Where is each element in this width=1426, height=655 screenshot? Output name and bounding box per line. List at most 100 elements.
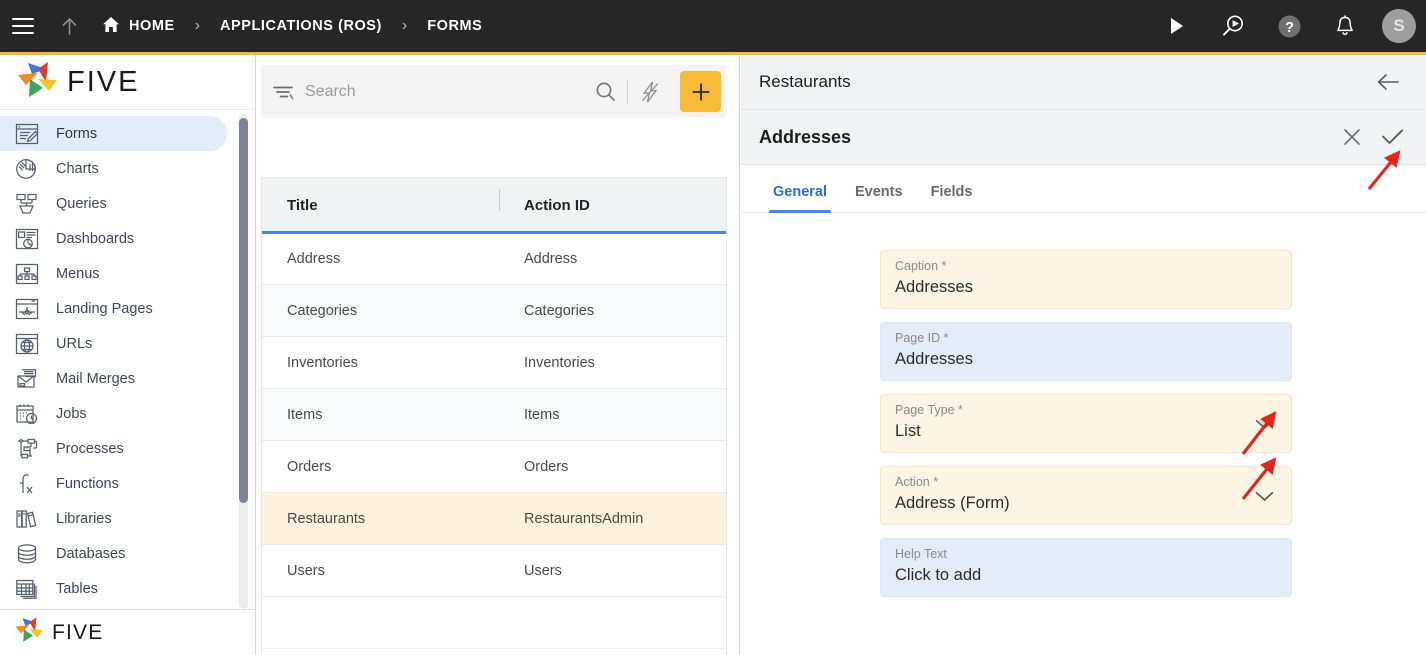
forms-table: Title Action ID Address Address Categories… bbox=[261, 177, 727, 655]
table-row[interactable]: Orders Orders bbox=[262, 441, 726, 493]
breadcrumb-item-forms[interactable]: FORMS bbox=[423, 18, 486, 34]
search-toolbar bbox=[261, 65, 727, 118]
check-tick-icon[interactable] bbox=[1372, 114, 1412, 160]
table-row[interactable]: Address Address bbox=[262, 233, 726, 285]
five-pinwheel-logo-icon bbox=[16, 60, 60, 105]
tab-general[interactable]: General bbox=[759, 184, 841, 213]
sidebar-item-label: Forms bbox=[56, 125, 98, 142]
top-navigation-bar: HOME › APPLICATIONS (ROS) › FORMS ? S bbox=[0, 0, 1426, 52]
sidebar-item-dashboards[interactable]: Dashboards bbox=[0, 221, 227, 256]
field-label-page-id: Page ID * bbox=[895, 331, 949, 345]
sidebar-item-menus[interactable]: Menus bbox=[0, 256, 227, 291]
processes-icon bbox=[14, 437, 40, 461]
column-header-title[interactable]: Title bbox=[262, 197, 499, 214]
sidebar-item-label: Libraries bbox=[56, 510, 112, 527]
help-icon[interactable]: ? bbox=[1264, 0, 1314, 52]
detail-subheader: Addresses bbox=[741, 110, 1426, 165]
sidebar-logo[interactable]: FIVE bbox=[0, 55, 255, 110]
search-input[interactable] bbox=[305, 82, 583, 101]
table-row[interactable]: Categories Categories bbox=[262, 285, 726, 337]
detail-tabs: General Events Fields bbox=[741, 165, 1426, 213]
tab-fields[interactable]: Fields bbox=[917, 184, 987, 212]
table-row[interactable]: Users Users bbox=[262, 545, 726, 597]
run-icon[interactable] bbox=[1152, 0, 1202, 52]
sidebar-item-label: Landing Pages bbox=[56, 300, 153, 317]
navigate-up-icon[interactable] bbox=[46, 0, 92, 52]
sidebar-item-forms[interactable]: Forms bbox=[0, 116, 227, 151]
cell-title: Users bbox=[287, 562, 325, 579]
sidebar-scrollbar[interactable] bbox=[239, 114, 248, 609]
sidebar-item-label: Jobs bbox=[56, 405, 87, 422]
field-action[interactable]: Action * Address (Form) bbox=[880, 466, 1292, 525]
sidebar-item-functions[interactable]: Functions bbox=[0, 466, 227, 501]
field-label-caption: Caption * bbox=[895, 259, 947, 273]
back-arrow-icon[interactable] bbox=[1368, 59, 1408, 105]
lightning-bolt-icon[interactable] bbox=[628, 65, 672, 118]
breadcrumb-item-home[interactable]: HOME bbox=[98, 16, 179, 37]
table-row[interactable]: Items Items bbox=[262, 389, 726, 441]
cell-action-id: Orders bbox=[524, 458, 569, 475]
sidebar-item-jobs[interactable]: Jobs bbox=[0, 396, 227, 431]
svg-text:?: ? bbox=[1285, 20, 1294, 36]
breadcrumb-item-applications[interactable]: APPLICATIONS (ROS) bbox=[216, 18, 386, 34]
preview-search-icon[interactable] bbox=[1208, 0, 1258, 52]
cell-title: Restaurants bbox=[287, 510, 366, 527]
column-header-action-id[interactable]: Action ID bbox=[499, 189, 726, 214]
tab-events[interactable]: Events bbox=[841, 184, 917, 212]
sidebar: FIVE Forms Charts Queries Dashboards Menus La… bbox=[0, 55, 256, 655]
detail-header-title: Restaurants bbox=[759, 72, 851, 91]
cell-title: Address bbox=[287, 250, 341, 267]
close-x-icon[interactable] bbox=[1332, 114, 1372, 160]
jobs-icon bbox=[14, 402, 40, 426]
field-caption[interactable]: Caption * Addresses bbox=[880, 250, 1292, 309]
chevron-down-icon[interactable] bbox=[1255, 417, 1274, 435]
field-page-type[interactable]: Page Type * List bbox=[880, 394, 1292, 453]
sidebar-scrollbar-thumb[interactable] bbox=[239, 118, 248, 503]
field-label-action: Action * bbox=[895, 475, 939, 489]
add-form-button[interactable] bbox=[680, 71, 721, 112]
cell-title: Categories bbox=[287, 302, 358, 319]
chevron-down-icon[interactable] bbox=[1255, 489, 1274, 507]
sidebar-item-mail-merges[interactable]: Mail Merges bbox=[0, 361, 227, 396]
sidebar-item-label: Queries bbox=[56, 195, 107, 212]
sidebar-item-urls[interactable]: URLs bbox=[0, 326, 227, 361]
breadcrumb-separator: › bbox=[194, 17, 201, 34]
field-page-id[interactable]: Page ID * Addresses bbox=[880, 322, 1292, 381]
notifications-bell-icon[interactable] bbox=[1320, 0, 1370, 52]
sidebar-item-landing-pages[interactable]: Landing Pages bbox=[0, 291, 227, 326]
hamburger-menu-icon[interactable] bbox=[0, 0, 46, 52]
table-row[interactable]: Restaurants RestaurantsAdmin bbox=[262, 493, 726, 545]
table-empty-row bbox=[262, 597, 726, 649]
charts-icon bbox=[14, 157, 40, 181]
field-value-help-text: Click to add bbox=[895, 566, 982, 584]
sidebar-item-label: Mail Merges bbox=[56, 370, 135, 387]
field-help-text[interactable]: Help Text Click to add bbox=[880, 538, 1292, 597]
top-bar-actions: ? S bbox=[1152, 0, 1416, 52]
dashboards-icon bbox=[14, 227, 40, 251]
sidebar-item-charts[interactable]: Charts bbox=[0, 151, 227, 186]
sidebar-item-tables[interactable]: Tables bbox=[0, 571, 227, 606]
sidebar-item-queries[interactable]: Queries bbox=[0, 186, 227, 221]
queries-icon bbox=[14, 192, 40, 216]
sidebar-item-processes[interactable]: Processes bbox=[0, 431, 227, 466]
sidebar-item-label: URLs bbox=[56, 335, 93, 352]
filter-icon[interactable] bbox=[261, 84, 305, 100]
functions-icon bbox=[14, 472, 40, 496]
databases-icon bbox=[14, 542, 40, 566]
forms-icon bbox=[14, 122, 40, 146]
field-value-page-type: List bbox=[895, 422, 921, 440]
cell-action-id: Categories bbox=[524, 302, 595, 319]
five-application-window: HOME › APPLICATIONS (ROS) › FORMS ? S FI… bbox=[0, 0, 1426, 655]
landing-pages-icon bbox=[14, 297, 40, 321]
cell-action-id: RestaurantsAdmin bbox=[524, 510, 644, 527]
cell-title: Orders bbox=[287, 458, 332, 475]
cell-action-id: Inventories bbox=[524, 354, 595, 371]
table-row[interactable]: Inventories Inventories bbox=[262, 337, 726, 389]
search-icon[interactable] bbox=[583, 65, 627, 118]
sidebar-item-libraries[interactable]: Libraries bbox=[0, 501, 227, 536]
sidebar-footer-logo-text: FIVE bbox=[52, 620, 104, 644]
user-avatar[interactable]: S bbox=[1382, 9, 1416, 43]
sidebar-item-label: Processes bbox=[56, 440, 124, 457]
cell-action-id: Users bbox=[524, 562, 562, 579]
sidebar-item-databases[interactable]: Databases bbox=[0, 536, 227, 571]
